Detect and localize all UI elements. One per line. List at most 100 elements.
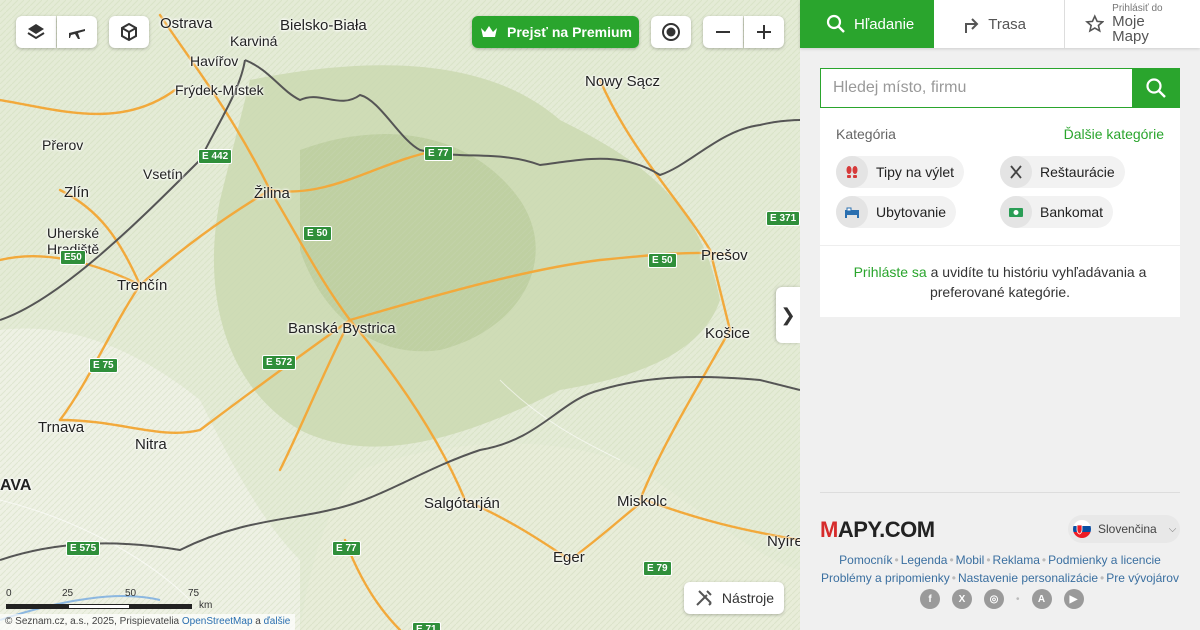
categories-box: Kategória Ďalšie kategórie Tipy na výlet…: [820, 108, 1180, 245]
city-label[interactable]: Přerov: [42, 137, 83, 153]
instagram-icon[interactable]: ◎: [984, 589, 1004, 609]
search-bar: [820, 68, 1180, 108]
route-arrow-icon: [965, 18, 979, 33]
city-label[interactable]: Eger: [553, 549, 585, 566]
target-icon: [662, 23, 680, 41]
city-label[interactable]: Salgótarján: [424, 495, 500, 512]
footer-link[interactable]: Podmienky a licencie: [1048, 553, 1161, 567]
map-canvas[interactable]: Ostrava Bielsko-Biała Havířov Karviná Frýdek…: [0, 0, 800, 630]
city-label[interactable]: Frýdek-Místek: [175, 82, 264, 98]
road-shield: E 575: [66, 541, 101, 556]
category-label: Ubytovanie: [876, 204, 947, 220]
category-trips[interactable]: Tipy na výlet: [836, 156, 965, 188]
city-label[interactable]: Nyíre: [767, 533, 800, 550]
separator-dot: •: [894, 553, 899, 567]
footer-link[interactable]: Legenda: [901, 553, 948, 567]
tab-search[interactable]: Hľadanie: [800, 0, 935, 48]
city-label[interactable]: Trenčín: [117, 277, 167, 294]
collapse-panel-button[interactable]: ❯: [776, 287, 800, 343]
city-label[interactable]: AVA: [0, 477, 31, 495]
road-shield: E 71: [412, 622, 441, 630]
search-icon: [1146, 78, 1166, 98]
separator-dot: •: [986, 553, 991, 567]
more-contributors-link[interactable]: ďalšie: [264, 616, 291, 627]
3d-button[interactable]: [109, 16, 149, 48]
language-selector[interactable]: Slovenčina ⌵: [1068, 515, 1180, 543]
crown-icon: [481, 26, 497, 37]
city-label[interactable]: Vsetín: [143, 166, 183, 182]
air-mode-button[interactable]: [57, 16, 97, 48]
footer-link[interactable]: Mobil: [956, 553, 985, 567]
road-shield: E 50: [648, 253, 677, 268]
tools-button[interactable]: Nástroje: [684, 582, 784, 614]
search-button[interactable]: [1132, 68, 1180, 108]
city-label[interactable]: Banská Bystrica: [288, 320, 396, 337]
layers-icon: [27, 24, 45, 40]
logo-text: APY.COM: [837, 517, 935, 542]
separator-dot: •: [1016, 593, 1020, 605]
category-label: Reštaurácie: [1040, 164, 1115, 180]
scale-tick-0: 0: [6, 588, 12, 599]
city-label[interactable]: Ostrava: [160, 15, 213, 32]
footer-links: Pomocník • Legenda • Mobil • Reklama • Podmienky…: [820, 551, 1180, 587]
search-input[interactable]: [820, 68, 1132, 108]
separator-dot: •: [1041, 553, 1047, 567]
road-shield: E 371: [766, 211, 800, 226]
category-accommodation[interactable]: Ubytovanie: [836, 196, 957, 228]
zoom-out-button[interactable]: [703, 16, 743, 48]
osm-link[interactable]: OpenStreetMap: [182, 616, 253, 627]
layers-button[interactable]: [16, 16, 56, 48]
road-shield: E50: [60, 250, 86, 265]
chevron-right-icon: ❯: [780, 304, 796, 325]
city-label[interactable]: Žilina: [254, 185, 290, 202]
map-terrain: [0, 0, 800, 630]
city-label[interactable]: Zlín: [64, 184, 89, 201]
copyright-text: © Seznam.cz, a.s., 2025, Prispievatelia: [5, 616, 180, 627]
footer-link[interactable]: Reklama: [993, 553, 1040, 567]
separator-dot: •: [1100, 571, 1105, 585]
city-label[interactable]: Nowy Sącz: [585, 73, 660, 90]
more-categories-link[interactable]: Ďalšie kategórie: [1064, 126, 1164, 142]
road-shield: E 50: [303, 226, 332, 241]
x-icon[interactable]: X: [952, 589, 972, 609]
search-icon: [826, 14, 845, 33]
zoom-in-button[interactable]: [744, 16, 784, 48]
footer-link[interactable]: Pomocník: [839, 553, 892, 567]
tools-label: Nástroje: [721, 590, 775, 606]
airplane-icon: [69, 29, 85, 39]
appstore-icon[interactable]: A: [1031, 589, 1052, 609]
language-label: Slovenčina: [1098, 522, 1157, 536]
city-label[interactable]: Trnava: [38, 419, 84, 436]
scale-tick-75: 75: [188, 588, 200, 599]
mapy-logo[interactable]: MAPY.COM: [820, 517, 935, 543]
city-label[interactable]: Havířov: [190, 53, 238, 69]
locate-button[interactable]: [651, 16, 691, 48]
city-label[interactable]: Karviná: [230, 33, 277, 49]
category-restaurants[interactable]: Reštaurácie: [1000, 156, 1125, 188]
city-label[interactable]: Nitra: [135, 436, 167, 453]
category-atm[interactable]: Bankomat: [1000, 196, 1114, 228]
footer-link[interactable]: Pre vývojárov: [1106, 571, 1179, 585]
login-hint: Prihláste sa a uvidíte tu históriu vyhľa…: [820, 245, 1180, 317]
tab-my-maps[interactable]: Prihlásiť do Moje Mapy: [1065, 0, 1200, 48]
cube-icon: [121, 22, 137, 42]
category-label: Tipy na výlet: [876, 164, 955, 180]
social-links: f X ◎ • A ▶: [920, 589, 1084, 609]
tab-route[interactable]: Trasa: [934, 0, 1065, 48]
googleplay-icon[interactable]: ▶: [1063, 589, 1084, 609]
login-link[interactable]: Prihláste sa: [854, 264, 927, 280]
scale-tick-50: 50: [125, 588, 137, 599]
tab-login-big: Moje Mapy: [1112, 13, 1149, 45]
separator-dot: •: [951, 571, 956, 585]
facebook-icon[interactable]: f: [920, 589, 940, 609]
panel-footer: MAPY.COM Slovenčina ⌵ Pomocník • Legenda • M…: [820, 492, 1180, 609]
premium-button[interactable]: Prejsť na Premium: [472, 16, 639, 48]
footer-link[interactable]: Nastavenie personalizácie: [958, 571, 1098, 585]
city-label[interactable]: Prešov: [701, 247, 748, 264]
city-label[interactable]: Uherské: [47, 225, 99, 241]
city-label[interactable]: Miskolc: [617, 493, 667, 510]
footer-link[interactable]: Problémy a pripomienky: [821, 571, 950, 585]
city-label[interactable]: Bielsko-Biała: [280, 17, 367, 34]
city-label[interactable]: Košice: [705, 325, 750, 342]
road-shield: E 77: [332, 541, 361, 556]
